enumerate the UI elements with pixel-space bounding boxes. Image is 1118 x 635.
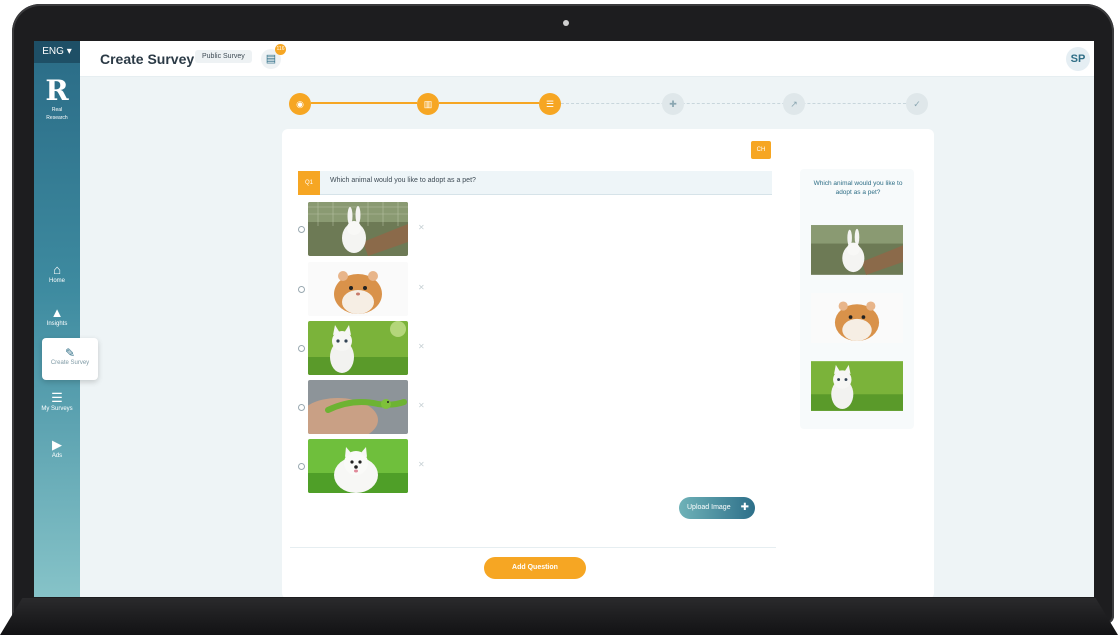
language-selector[interactable]: ENG ▾: [34, 41, 80, 63]
sidebar: ENG ▾ R Real Research ⌂ Home ▲ Insights …: [34, 41, 80, 597]
upload-image-button[interactable]: Upload Image ✚: [679, 497, 755, 519]
step-connector: [439, 102, 539, 104]
logo-mark: R: [45, 74, 69, 107]
step-connector: [561, 103, 911, 104]
sidebar-item-label: Home: [48, 278, 65, 284]
preview-image-kitten: [811, 361, 903, 411]
puzzle-icon: ✚: [669, 99, 677, 109]
brand-logo[interactable]: R Real Research: [42, 74, 72, 122]
option-radio[interactable]: [298, 404, 305, 411]
option-image-kitten[interactable]: [308, 321, 408, 375]
option-radio[interactable]: [298, 286, 305, 293]
answer-option: ✕: [298, 262, 438, 318]
progress-stepper: ◉ ▥ ☰ ✚ ↗ ✓: [289, 89, 929, 119]
answer-option: ✕: [298, 439, 438, 495]
preview-panel: Which animal would you like to adopt as …: [800, 169, 914, 429]
coins-icon: ◉: [296, 99, 304, 109]
answer-option: ✕: [298, 380, 438, 436]
bank-icon: ▥: [423, 99, 433, 109]
option-image-lizard[interactable]: [308, 380, 408, 434]
step-connector: [311, 102, 417, 104]
option-image-puppy[interactable]: [308, 439, 408, 493]
add-question-button[interactable]: Add Question: [484, 557, 586, 579]
pencil-icon: ✎: [64, 346, 76, 360]
user-avatar[interactable]: SP: [1066, 47, 1090, 71]
question-text[interactable]: Which animal would you like to adopt as …: [330, 177, 476, 184]
question-editor-card: CH Q1 Which animal would you like to ado…: [282, 129, 934, 597]
remove-option-icon[interactable]: ✕: [418, 223, 425, 232]
remove-option-icon[interactable]: ✕: [418, 342, 425, 351]
trend-icon: ↗: [790, 99, 798, 109]
step-trend[interactable]: ↗: [783, 93, 805, 115]
sidebar-item-create-survey[interactable]: ✎ Create Survey: [42, 338, 98, 380]
answer-option: ✕: [298, 202, 438, 258]
question-number: Q1: [298, 171, 320, 195]
app-screen: ENG ▾ R Real Research ⌂ Home ▲ Insights …: [34, 41, 1094, 597]
laptop-base: [0, 598, 1118, 635]
webcam: [563, 20, 569, 26]
step-puzzle[interactable]: ✚: [662, 93, 684, 115]
preview-image-hamster: [811, 293, 903, 343]
laptop-frame: ENG ▾ R Real Research ⌂ Home ▲ Insights …: [0, 0, 1118, 635]
step-check[interactable]: ✓: [906, 93, 928, 115]
step-bank[interactable]: ▥: [417, 93, 439, 115]
sidebar-item-label: Ads: [51, 453, 63, 459]
divider: [290, 547, 776, 548]
language-chip[interactable]: CH: [751, 141, 771, 159]
sidebar-item-insights[interactable]: ▲ Insights: [34, 305, 80, 327]
preview-image-rabbit: [811, 225, 903, 275]
page-title: Create Survey: [100, 51, 195, 67]
chart-icon: ▲: [50, 305, 64, 320]
home-icon: ⌂: [53, 262, 61, 277]
remove-option-icon[interactable]: ✕: [418, 401, 425, 410]
list-icon: ☰: [51, 390, 63, 405]
step-coins[interactable]: ◉: [289, 93, 311, 115]
question-bar[interactable]: Q1 Which animal would you like to adopt …: [298, 171, 772, 195]
check-icon: ✓: [913, 99, 921, 109]
sidebar-item-my-surveys[interactable]: ☰ My Surveys: [34, 390, 80, 412]
sidebar-item-ads[interactable]: ▶ Ads: [34, 437, 80, 459]
step-questions[interactable]: ☰: [539, 93, 561, 115]
sidebar-item-label: Insights: [46, 321, 68, 327]
answer-option: ✕: [298, 321, 438, 377]
option-radio[interactable]: [298, 463, 305, 470]
sidebar-item-label: Create Survey: [50, 360, 90, 366]
sidebar-item-label: My Surveys: [41, 406, 73, 412]
remove-option-icon[interactable]: ✕: [418, 460, 425, 469]
option-radio[interactable]: [298, 226, 305, 233]
option-image-rabbit[interactable]: [308, 202, 408, 256]
logo-text: Real Research: [46, 107, 68, 121]
remove-option-icon[interactable]: ✕: [418, 283, 425, 292]
plus-icon: ✚: [740, 502, 749, 513]
preview-question-text: Which animal would you like to adopt as …: [813, 180, 903, 196]
document-icon: ▤: [265, 53, 277, 65]
option-radio[interactable]: [298, 345, 305, 352]
list-icon: ☰: [545, 99, 555, 109]
upload-image-label: Upload Image: [687, 504, 731, 511]
sidebar-item-home[interactable]: ⌂ Home: [34, 262, 80, 284]
language-label: ENG: [42, 46, 64, 57]
notification-count-badge: 116: [275, 44, 286, 55]
play-icon: ▶: [52, 437, 62, 452]
option-image-hamster[interactable]: [308, 262, 408, 316]
survey-type-badge: Public Survey: [195, 50, 252, 63]
top-header: Create Survey Public Survey ▤ 116 SP: [80, 41, 1094, 77]
